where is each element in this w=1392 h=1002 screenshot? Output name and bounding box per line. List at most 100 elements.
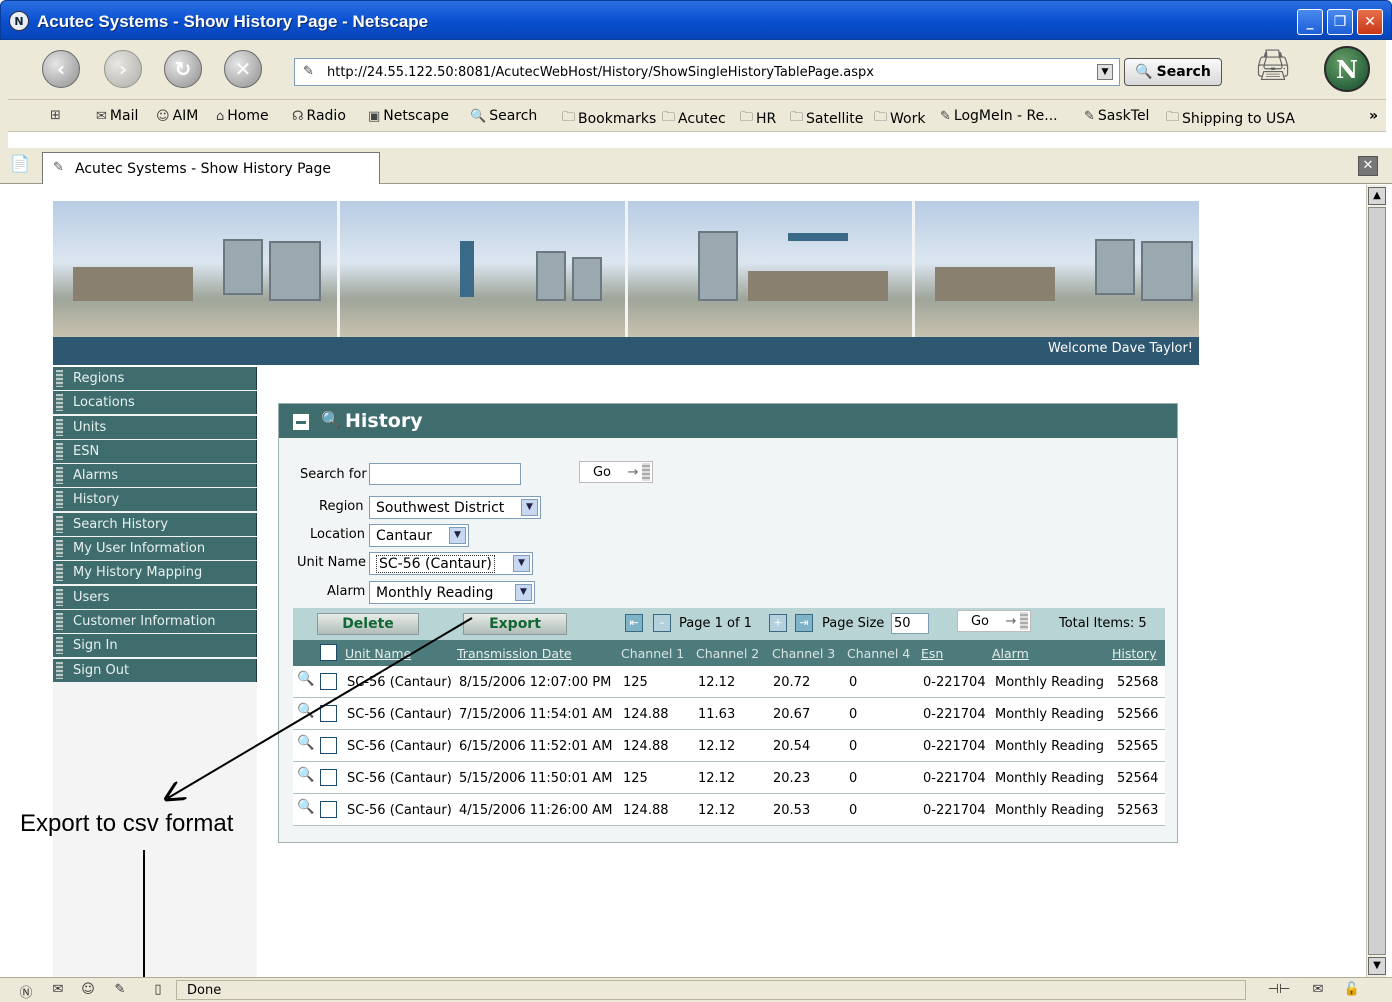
view-details-icon[interactable]: 🔍 — [297, 799, 314, 815]
bookmark-shipping[interactable]: 🗀 Shipping to USA — [1166, 108, 1295, 130]
security-lock-icon[interactable]: 🔓 — [1342, 982, 1362, 998]
search-button-label: Search — [1156, 64, 1211, 80]
bookmark-logmein[interactable]: ✎ LogMeIn - Re... — [940, 108, 1058, 124]
sidebar-item-locations[interactable]: Locations — [53, 391, 257, 415]
sidebar-item-alarms[interactable]: Alarms — [53, 464, 257, 488]
aim-icon: ☺ — [156, 108, 170, 124]
url-dropdown-icon[interactable]: ▼ — [1097, 64, 1113, 80]
bookmark-aim[interactable]: ☺ AIM — [156, 108, 198, 124]
close-tab-button[interactable]: ✕ — [1358, 156, 1378, 176]
alarm-label: Alarm — [327, 584, 366, 599]
previous-page-icon[interactable]: – — [653, 614, 671, 632]
composer-icon[interactable]: ✎ — [110, 982, 130, 998]
grid-toolbar: Delete Export ⇤ – Page 1 of 1 + ⇥ Page S… — [293, 608, 1165, 640]
row-checkbox[interactable] — [320, 769, 337, 786]
home-icon: ⌂ — [216, 108, 225, 124]
search-input[interactable] — [369, 463, 521, 485]
column-channel-1: Channel 1 — [621, 646, 685, 661]
column-transmission-date[interactable]: Transmission Date — [457, 646, 572, 661]
search-go-button[interactable]: Go → — [579, 461, 653, 483]
bookmark-work[interactable]: 🗀 Work — [874, 108, 925, 130]
sidebar-item-units[interactable]: Units — [53, 415, 257, 439]
region-select[interactable]: Southwest District ▼ — [369, 496, 541, 519]
page-icon[interactable]: ▯ — [148, 982, 168, 998]
view-details-icon[interactable]: 🔍 — [297, 767, 314, 783]
row-checkbox[interactable] — [320, 705, 337, 722]
bookmark-acutec[interactable]: 🗀 Acutec — [662, 108, 726, 130]
bookmark-mail[interactable]: ✉ Mail — [96, 108, 138, 124]
page-link-icon: ✎ — [53, 160, 64, 175]
print-icon[interactable]: 🖨 — [1254, 48, 1298, 90]
bookmark-home[interactable]: ⌂ Home — [216, 108, 269, 124]
view-details-icon[interactable]: 🔍 — [297, 735, 314, 751]
scroll-thumb[interactable] — [1368, 207, 1386, 955]
location-select[interactable]: Cantaur ▼ — [369, 524, 469, 547]
column-alarm[interactable]: Alarm — [992, 646, 1029, 661]
bookmark-radio[interactable]: ☊ Radio — [292, 108, 346, 124]
bookmark-hr[interactable]: 🗀 HR — [740, 108, 776, 130]
vertical-scrollbar[interactable]: ▲ ▼ — [1366, 185, 1386, 977]
view-details-icon[interactable]: 🔍 — [297, 703, 314, 719]
sidebar-item-users[interactable]: Users — [53, 585, 257, 609]
sidebar-item-esn[interactable]: ESN — [53, 439, 257, 463]
unit-name-select[interactable]: SC-56 (Cantaur) ▼ — [369, 552, 533, 575]
scroll-down-icon[interactable]: ▼ — [1368, 957, 1386, 975]
my-netscape-icon: ▣ — [368, 108, 381, 124]
forward-button[interactable]: › — [104, 50, 142, 88]
column-history[interactable]: History — [1112, 646, 1156, 661]
close-button[interactable]: ✕ — [1357, 9, 1383, 35]
cookie-icon[interactable]: ✉ — [1308, 982, 1328, 998]
delete-button[interactable]: Delete — [317, 613, 419, 635]
page-size-input[interactable]: 50 — [891, 613, 929, 634]
bookmark-bookmarks[interactable]: 🗀 Bookmarks — [562, 108, 656, 130]
export-button[interactable]: Export — [463, 613, 567, 635]
online-status-icon[interactable]: ⊣⊢ — [1262, 982, 1296, 998]
region-label: Region — [319, 499, 364, 514]
sidebar-item-search-history[interactable]: Search History — [53, 512, 257, 536]
new-tab-icon[interactable]: 📄 — [10, 154, 34, 178]
sidebar-item-regions[interactable]: Regions — [53, 367, 257, 390]
row-checkbox[interactable] — [320, 737, 337, 754]
alarm-select[interactable]: Monthly Reading ▼ — [369, 581, 535, 604]
sidebar-item-sign-in[interactable]: Sign In — [53, 634, 257, 658]
bookmark-sasktel[interactable]: ✎ SaskTel — [1084, 108, 1149, 124]
reload-button[interactable]: ↻ — [164, 50, 202, 88]
sidebar-item-my-history-mapping[interactable]: My History Mapping — [53, 561, 257, 585]
sidebar-item-my-user-information[interactable]: My User Information — [53, 537, 257, 561]
maximize-button[interactable]: ❐ — [1327, 9, 1353, 35]
minimize-button[interactable]: _ — [1297, 9, 1323, 35]
first-page-icon[interactable]: ⇤ — [625, 614, 643, 632]
radio-icon: ☊ — [292, 108, 304, 124]
sidebar-item-history[interactable]: History — [53, 488, 257, 512]
sidebar-item-customer-information[interactable]: Customer Information — [53, 609, 257, 633]
column-unit-name[interactable]: Unit Name — [345, 646, 411, 661]
bookmark-satellite[interactable]: 🗀 Satellite — [790, 108, 863, 130]
search-icon: 🔍 — [1135, 64, 1153, 80]
sidebar-item-sign-out[interactable]: Sign Out — [53, 658, 257, 682]
scroll-up-icon[interactable]: ▲ — [1368, 187, 1386, 205]
stop-button[interactable]: ✕ — [224, 50, 262, 88]
view-details-icon[interactable]: 🔍 — [297, 671, 314, 687]
bookmark-search[interactable]: 🔍 Search — [470, 108, 537, 124]
page-size-go-button[interactable]: Go → — [957, 610, 1031, 632]
select-all-checkbox[interactable] — [320, 644, 337, 661]
aim-icon[interactable]: ☺ — [78, 982, 98, 998]
toolbar-grip[interactable] — [0, 40, 8, 150]
mail-icon[interactable]: ✉ — [48, 982, 68, 998]
next-page-icon[interactable]: + — [769, 614, 787, 632]
bookmark-netscape[interactable]: ▣ Netscape — [368, 108, 449, 124]
column-esn[interactable]: Esn — [921, 646, 943, 661]
tab-show-history[interactable]: ✎ Acutec Systems - Show History Page — [42, 152, 380, 184]
last-page-icon[interactable]: ⇥ — [795, 614, 813, 632]
row-checkbox[interactable] — [320, 801, 337, 818]
row-checkbox[interactable] — [320, 673, 337, 690]
more-bookmarks-chevron[interactable]: » — [1369, 108, 1378, 124]
search-button[interactable]: 🔍 Search — [1124, 58, 1222, 86]
netscape-icon[interactable]: Ⓝ — [16, 982, 36, 1001]
tab-view-icon[interactable]: ⊞ — [50, 108, 61, 123]
collapse-icon[interactable] — [293, 414, 309, 430]
link-icon: ✎ — [1084, 108, 1095, 124]
tab-bar: 📄 ✎ Acutec Systems - Show History Page ✕ — [0, 148, 1392, 184]
url-field[interactable]: ✎ http://24.55.122.50:8081/AcutecWebHost… — [294, 58, 1120, 86]
back-button[interactable]: ‹ — [42, 50, 80, 88]
